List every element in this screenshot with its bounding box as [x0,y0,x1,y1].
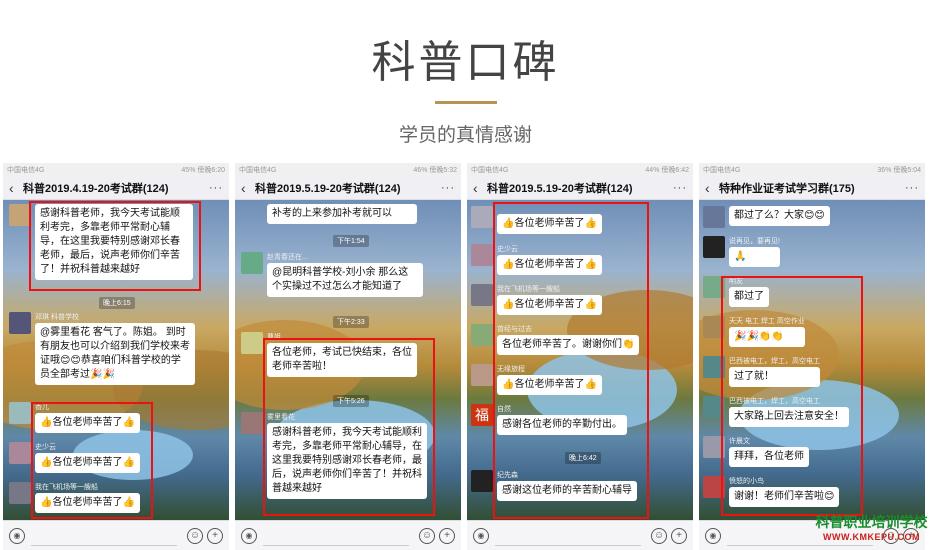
message-bubble: 补考的上来参加补考就可以 [267,204,417,224]
emoji-icon[interactable]: ☺ [187,527,203,544]
avatar[interactable] [471,284,493,306]
chat-title: 科普2019.5.19-20考试群(124) [487,182,633,195]
title-divider [435,101,497,104]
more-icon[interactable]: ··· [209,182,223,194]
school-watermark: 科普职业培训学校 WWW.KMKEPU.COM [812,512,931,542]
chat-area[interactable]: 补考的上来参加补考就可以 下午1:54 赵青春还在... @昆明科普学校-刘小余… [235,200,461,520]
more-icon[interactable]: ··· [905,182,919,194]
avatar[interactable] [703,206,725,228]
avatar[interactable] [9,312,31,334]
chat-title: 特种作业证考试学习群(175) [719,182,855,195]
message-input[interactable] [263,526,409,546]
carrier-label: 中国电信4G [7,167,45,174]
avatar[interactable] [9,204,31,226]
input-bar: ◉ ☺ + [3,520,229,550]
chat-area[interactable]: 都过了么？大家😊😊 说再见，要再见! 🙏 明友 都过了 天天 电工 焊工 高空作… [699,200,925,520]
phone-screenshot-3: 中国电信4G 44% 傍晚6:42 ‹ 科普2019.5.19-20考试群(12… [467,163,693,550]
plus-icon[interactable]: + [207,527,223,544]
page-title: 科普口碑 [371,37,560,88]
watermark-url: WWW.KMKEPU.COM [823,532,920,542]
message-input[interactable] [31,526,177,546]
chat-navbar: ‹ 科普2019.5.19-20考试群(124) ··· [235,176,461,200]
list-item: 邓琪 科普学校 @雾里看花 客气了。陈姐。 到时有朋友也可以介绍到我们学校来考证… [9,312,195,385]
status-right: 45% 傍晚6:20 [181,167,225,174]
phone-screenshot-4: 中国电信4G 36% 傍晚5:04 ‹ 特种作业证考试学习群(175) ··· … [699,163,925,550]
status-bar: 中国电信4G 45% 傍晚6:20 [3,163,229,176]
voice-icon[interactable]: ◉ [705,527,721,544]
back-arrow-icon[interactable]: ‹ [9,180,23,196]
sender-name: 赵青春还在... [267,254,308,261]
back-arrow-icon[interactable]: ‹ [241,180,255,196]
avatar[interactable] [703,236,725,258]
avatar[interactable] [9,442,31,464]
avatar[interactable] [241,252,263,274]
plus-icon[interactable]: + [671,527,687,544]
carrier-label: 中国电信4G [471,167,509,174]
list-item: 说再见，要再见! 🙏 [703,236,780,267]
carrier-label: 中国电信4G [703,167,741,174]
sender-name: 邓琪 科普学校 [35,314,79,321]
input-bar: ◉ ☺ + [467,520,693,550]
highlight-box [31,402,153,519]
sender-name: 说再见，要再见! [729,238,780,245]
status-right: 36% 傍晚5:04 [877,167,921,174]
emoji-icon[interactable]: ☺ [651,527,667,544]
more-icon[interactable]: ··· [441,182,455,194]
input-bar: ◉ ☺ + [235,520,461,550]
phone-screenshot-1: 中国电信4G 45% 傍晚6:20 ‹ 科普2019.4.19-20考试群(12… [3,163,229,550]
timestamp: 下午2:33 [333,316,369,328]
voice-icon[interactable]: ◉ [241,527,257,544]
phone-screenshot-2: 中国电信4G 46% 傍晚5:32 ‹ 科普2019.5.19-20考试群(12… [235,163,461,550]
list-item: 赵青春还在... @昆明科普学校-刘小余 那么这个实操过不过怎么才能知道了 [241,252,423,297]
list-item: 补考的上来参加补考就可以 [267,204,417,224]
timestamp: 晚上6:15 [99,297,135,309]
chat-area[interactable]: 感谢科普老师，我今天考试能顺利考完，多靠老师平常耐心辅导，在这里我要特别感谢邓长… [3,200,229,520]
more-icon[interactable]: ··· [673,182,687,194]
avatar[interactable] [241,412,263,434]
highlight-box [721,276,863,516]
avatar[interactable] [471,324,493,346]
status-right: 46% 傍晚5:32 [413,167,457,174]
chat-navbar: ‹ 科普2019.4.19-20考试群(124) ··· [3,176,229,200]
message-bubble: @雾里看花 客气了。陈姐。 到时有朋友也可以介绍到我们学校来考证哦😊😊恭喜咱们科… [35,323,195,385]
status-bar: 中国电信4G 36% 傍晚5:04 [699,163,925,176]
highlight-box [493,202,649,519]
message-bubble: 都过了么？大家😊😊 [729,206,830,226]
list-item: 都过了么？大家😊😊 [703,206,830,228]
chat-navbar: ‹ 科普2019.5.19-20考试群(124) ··· [467,176,693,200]
voice-icon[interactable]: ◉ [9,527,25,544]
chat-navbar: ‹ 特种作业证考试学习群(175) ··· [699,176,925,200]
message-input[interactable] [495,526,641,546]
chat-title: 科普2019.5.19-20考试群(124) [255,182,401,195]
avatar[interactable] [471,470,493,492]
emoji-icon[interactable]: ☺ [419,527,435,544]
page-subtitle: 学员的真情感谢 [398,124,532,146]
highlight-box [29,201,201,291]
avatar[interactable] [9,482,31,504]
avatar[interactable] [471,244,493,266]
plus-icon[interactable]: + [439,527,455,544]
highlight-box [263,338,435,516]
status-bar: 中国电信4G 44% 傍晚6:42 [467,163,693,176]
status-bar: 中国电信4G 46% 傍晚5:32 [235,163,461,176]
avatar[interactable] [471,364,493,386]
carrier-label: 中国电信4G [239,167,277,174]
watermark-title: 科普职业培训学校 [815,515,928,531]
chat-area[interactable]: 👍各位老师辛苦了👍 史少云 👍各位老师辛苦了👍 我在飞机场等一艘船 👍各位老师辛… [467,200,693,520]
message-bubble: @昆明科普学校-刘小余 那么这个实操过不过怎么才能知道了 [267,263,423,297]
back-arrow-icon[interactable]: ‹ [705,180,719,196]
back-arrow-icon[interactable]: ‹ [473,180,487,196]
timestamp: 下午1:54 [333,235,369,247]
avatar[interactable] [471,206,493,228]
chat-title: 科普2019.4.19-20考试群(124) [23,182,169,195]
avatar[interactable]: 福 [471,404,493,426]
avatar[interactable] [241,332,263,354]
avatar[interactable] [9,402,31,424]
voice-icon[interactable]: ◉ [473,527,489,544]
message-bubble: 🙏 [729,247,780,267]
status-right: 44% 傍晚6:42 [645,167,689,174]
